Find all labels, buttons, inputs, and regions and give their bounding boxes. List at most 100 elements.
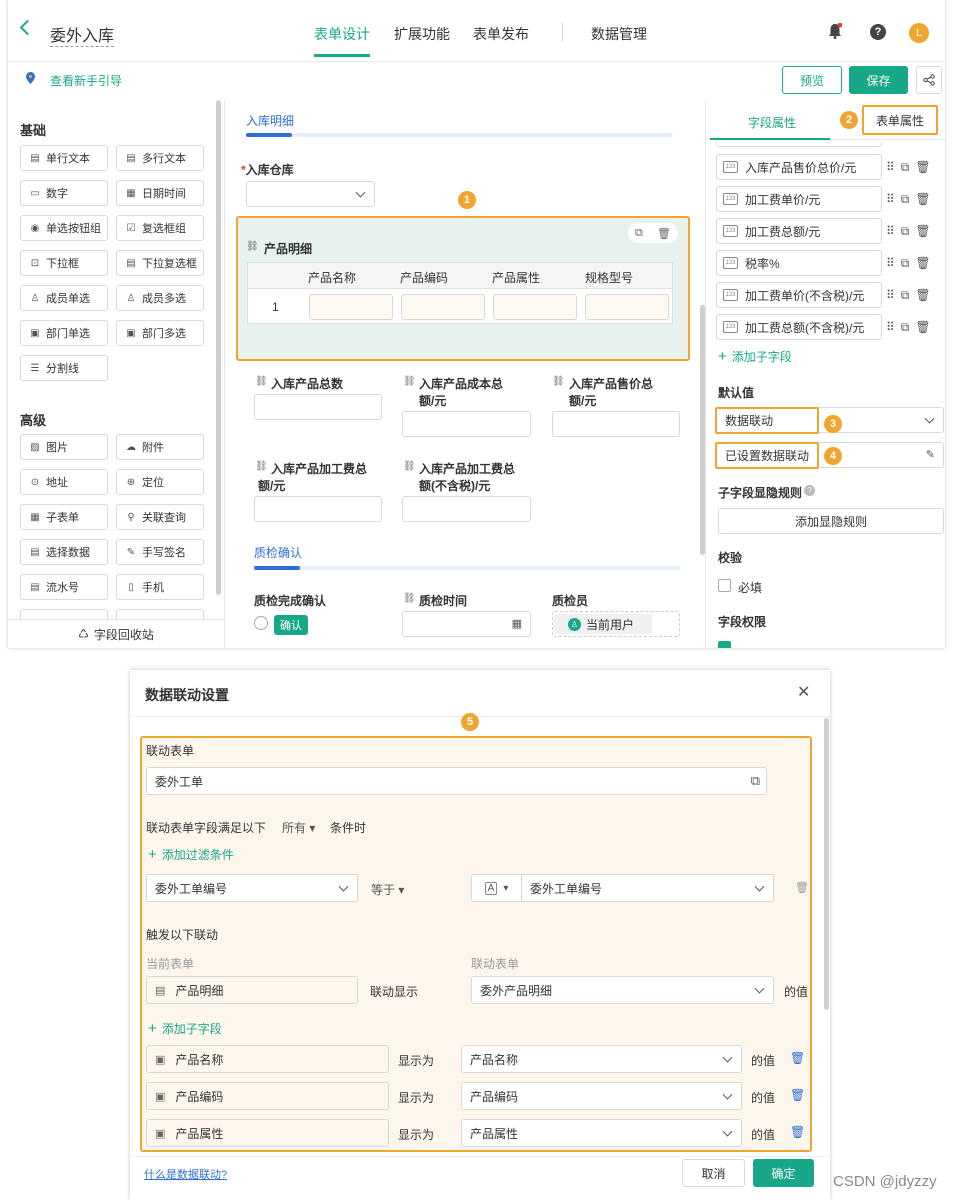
- mapping-source-field[interactable]: ▣ 产品名称: [146, 1045, 389, 1073]
- widget-signature[interactable]: ✎ 手写签名: [116, 539, 204, 565]
- widget-multi-dropdown[interactable]: ▤ 下拉复选框: [116, 250, 204, 276]
- linkage-set-button[interactable]: 已设置数据联动: [715, 442, 819, 469]
- trash-icon[interactable]: 🗑: [795, 881, 809, 894]
- add-subfield-button[interactable]: + 添加子字段: [718, 348, 792, 365]
- close-icon[interactable]: ✕: [797, 682, 810, 702]
- default-value-selected[interactable]: 数据联动: [715, 407, 819, 434]
- guide-link[interactable]: 查看新手引导: [50, 72, 122, 89]
- tab-data-management[interactable]: 数据管理: [591, 24, 647, 44]
- save-button[interactable]: 保存: [849, 66, 908, 94]
- recycle-bin-button[interactable]: ♺ 字段回收站: [8, 619, 224, 648]
- cell-input[interactable]: [493, 294, 577, 320]
- help-icon[interactable]: ?: [804, 485, 815, 496]
- copy-icon[interactable]: ⧉: [901, 288, 910, 303]
- cell-input[interactable]: [585, 294, 669, 320]
- widget-image[interactable]: ▨ 图片: [20, 434, 108, 460]
- cancel-button[interactable]: 取消: [682, 1159, 745, 1187]
- drag-handle-icon[interactable]: ⠿: [886, 224, 895, 239]
- warehouse-select[interactable]: [246, 181, 375, 207]
- value-type-select[interactable]: A ▾: [472, 875, 522, 901]
- linked-subform-select[interactable]: 委外产品明细: [471, 976, 774, 1004]
- tab-form-properties[interactable]: 表单属性: [862, 105, 938, 135]
- trash-icon[interactable]: 🗑: [915, 256, 930, 271]
- field-input[interactable]: [254, 394, 382, 420]
- trash-icon[interactable]: 🗑: [657, 227, 671, 240]
- copy-icon[interactable]: ⧉: [901, 192, 910, 207]
- drag-handle-icon[interactable]: ⠿: [886, 288, 895, 303]
- mapping-target-select[interactable]: 产品属性: [461, 1119, 742, 1147]
- widget-location[interactable]: ⊕ 定位: [116, 469, 204, 495]
- filter-operator-select[interactable]: 等于 ▾: [371, 881, 404, 898]
- subfield-item[interactable]: 123 加工费总额/元: [716, 218, 882, 244]
- current-subform-select[interactable]: ▤ 产品明细: [146, 976, 358, 1004]
- field-input[interactable]: [402, 496, 531, 522]
- copy-icon[interactable]: ⧉: [635, 227, 643, 240]
- widget-address[interactable]: ⊙ 地址: [20, 469, 108, 495]
- filter-value-select[interactable]: A ▾ 委外工单编号: [471, 874, 774, 902]
- subfield-item[interactable]: 123 加工费总额(不含税)/元: [716, 314, 882, 340]
- form-title[interactable]: 委外入库: [50, 22, 115, 47]
- subfield-item[interactable]: 123 加工费单价/元: [716, 186, 882, 212]
- widget-member-multi[interactable]: ♙ 成员多选: [116, 285, 204, 311]
- bell-icon[interactable]: [828, 22, 843, 39]
- mapping-source-field[interactable]: ▣ 产品属性: [146, 1119, 389, 1147]
- copy-icon[interactable]: ⧉: [901, 256, 910, 271]
- form-picker-icon[interactable]: ⧉: [751, 773, 760, 789]
- cell-input[interactable]: [309, 294, 393, 320]
- widget-subform[interactable]: ▦ 子表单: [20, 504, 108, 530]
- tab-field-properties[interactable]: 字段属性: [748, 114, 796, 131]
- avatar[interactable]: L: [909, 23, 929, 43]
- widget-checkbox-group[interactable]: ☑ 复选框组: [116, 215, 204, 241]
- widget-divider[interactable]: ☰ 分割线: [20, 355, 108, 381]
- trash-icon[interactable]: 🗑: [915, 320, 930, 335]
- mapping-target-select[interactable]: 产品编码: [461, 1082, 742, 1110]
- tab-publish[interactable]: 表单发布: [473, 24, 529, 44]
- trash-icon[interactable]: 🗑: [790, 1088, 805, 1102]
- subfield-item[interactable]: 123 加工费单价(不含税)/元: [716, 282, 882, 308]
- share-button[interactable]: [916, 66, 942, 94]
- widget-serial-number[interactable]: ▤ 流水号: [20, 574, 108, 600]
- widget-datetime[interactable]: ▦ 日期时间: [116, 180, 204, 206]
- field-input[interactable]: [552, 411, 680, 437]
- trash-icon[interactable]: 🗑: [790, 1051, 805, 1065]
- widget-department-single[interactable]: ▣ 部门单选: [20, 320, 108, 346]
- drag-handle-icon[interactable]: ⠿: [886, 320, 895, 335]
- subfield-item[interactable]: 123 入库产品售价总价/元: [716, 154, 882, 180]
- qc-confirm-button[interactable]: 确认: [274, 615, 308, 635]
- mapping-target-select[interactable]: 产品名称: [461, 1045, 742, 1073]
- subfield-item[interactable]: 123 税率%: [716, 250, 882, 276]
- trash-icon[interactable]: 🗑: [915, 192, 930, 207]
- cell-input[interactable]: [401, 294, 485, 320]
- trash-icon[interactable]: 🗑: [915, 288, 930, 303]
- copy-icon[interactable]: ⧉: [901, 160, 910, 175]
- filter-field-select[interactable]: 委外工单编号: [146, 874, 358, 902]
- condition-mode-select[interactable]: 所有 ▾: [282, 819, 315, 836]
- left-scrollbar[interactable]: [216, 100, 221, 595]
- add-visibility-rule-button[interactable]: 添加显隐规则: [718, 508, 944, 534]
- copy-icon[interactable]: ⧉: [901, 224, 910, 239]
- preview-button[interactable]: 预览: [782, 66, 842, 94]
- edit-icon[interactable]: ✎: [926, 448, 935, 461]
- mapping-source-field[interactable]: ▣ 产品编码: [146, 1082, 389, 1110]
- subform-product-detail[interactable]: ⧉ 🗑 ⛓ 产品明细 产品名称 产品编码 产品属性 规格型号 1: [236, 216, 690, 361]
- field-input[interactable]: [402, 411, 531, 437]
- widget-select-data[interactable]: ▤ 选择数据: [20, 539, 108, 565]
- copy-icon[interactable]: ⧉: [901, 320, 910, 335]
- trash-icon[interactable]: 🗑: [790, 1125, 805, 1139]
- add-subfield-mapping-button[interactable]: + 添加子字段: [148, 1020, 222, 1037]
- add-filter-button[interactable]: + 添加过滤条件: [148, 846, 234, 863]
- trash-icon[interactable]: 🗑: [915, 160, 930, 175]
- widget-single-line-text[interactable]: ▤ 单行文本: [20, 145, 108, 171]
- tab-form-design[interactable]: 表单设计: [314, 24, 370, 44]
- qc-person-field[interactable]: ♙ 当前用户: [552, 611, 680, 637]
- help-link[interactable]: 什么是数据联动?: [144, 1166, 227, 1182]
- widget-radio-group[interactable]: ◉ 单选按钮组: [20, 215, 108, 241]
- widget-dropdown[interactable]: ⊡ 下拉框: [20, 250, 108, 276]
- qc-time-input[interactable]: ▦: [402, 611, 531, 637]
- widget-number[interactable]: ▭ 数字: [20, 180, 108, 206]
- widget-department-multi[interactable]: ▣ 部门多选: [116, 320, 204, 346]
- help-icon[interactable]: ?: [870, 24, 886, 40]
- drag-handle-icon[interactable]: ⠿: [886, 160, 895, 175]
- field-input[interactable]: [254, 496, 382, 522]
- link-form-select[interactable]: 委外工单 ⧉: [146, 767, 767, 795]
